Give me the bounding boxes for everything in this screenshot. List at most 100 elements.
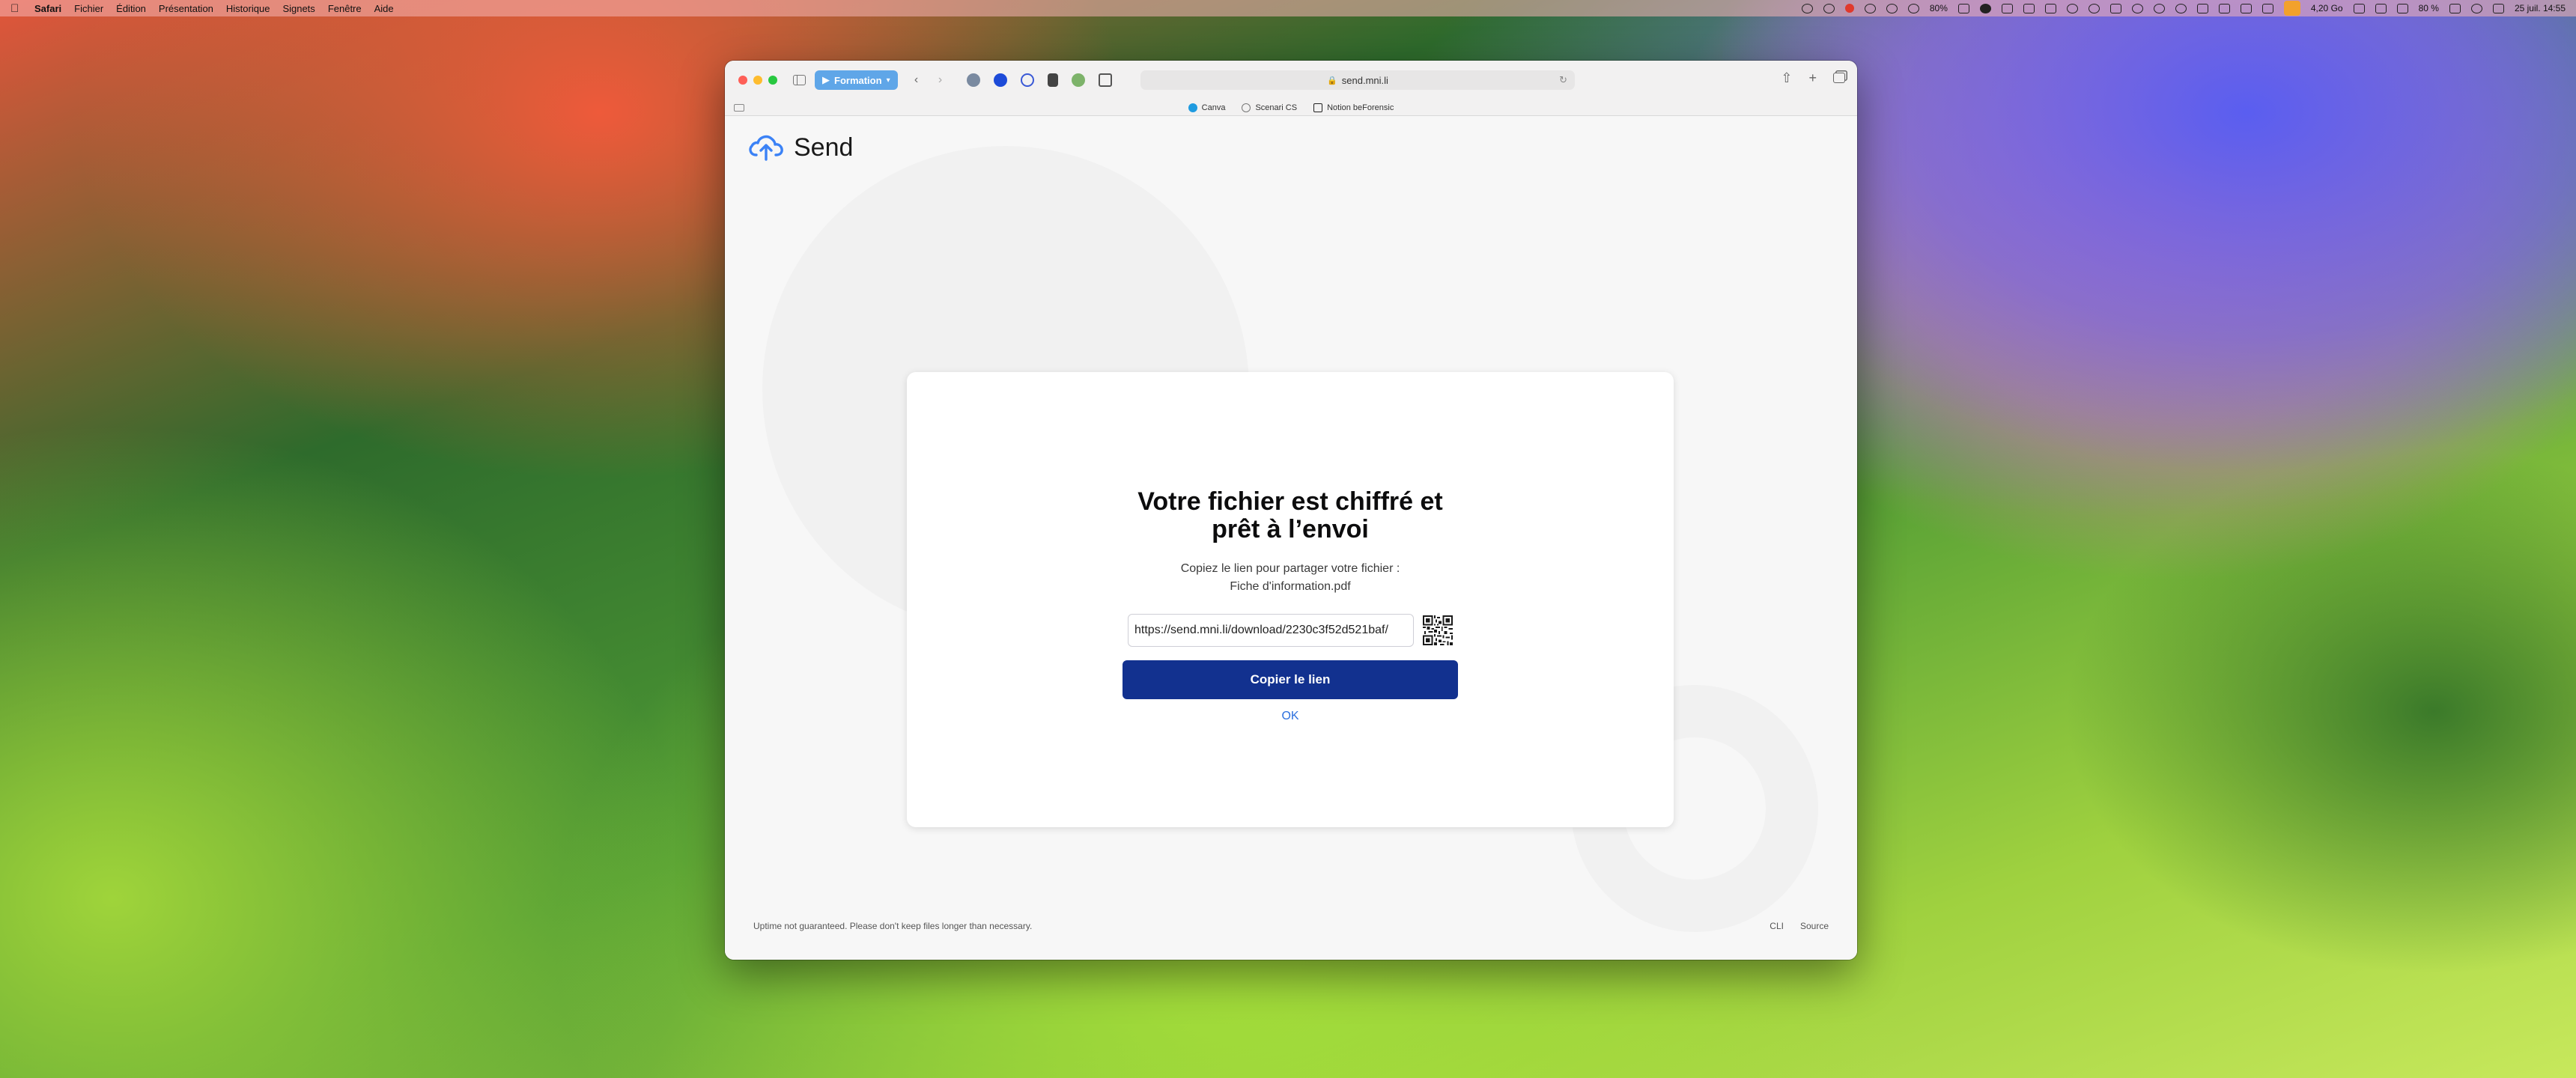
share-icon[interactable]: ⇧ xyxy=(1781,70,1792,86)
back-button[interactable]: ‹ xyxy=(908,73,925,88)
window-controls xyxy=(738,76,777,85)
card-title: Votre fichier est chiffré et prêt à l’en… xyxy=(1137,487,1443,543)
wifi-icon[interactable] xyxy=(2470,3,2482,13)
menu-historique[interactable]: Historique xyxy=(226,3,270,14)
tab-overview-icon[interactable] xyxy=(1833,73,1845,83)
logo-text: Send xyxy=(794,133,854,162)
menu-signets[interactable]: Signets xyxy=(282,3,315,14)
apple-icon[interactable]:  xyxy=(10,2,21,15)
qr-code-icon[interactable] xyxy=(1423,615,1453,645)
status-app-icon[interactable] xyxy=(1979,3,1991,13)
ok-link[interactable]: OK xyxy=(1281,710,1298,723)
toolbar-right-actions: ⇧ + xyxy=(1781,70,1845,86)
menu-status-area: 80% 4,20 Go 80 % 25 juil. 14:55 xyxy=(1801,1,2566,16)
favorite-label: Scenari CS xyxy=(1255,103,1298,112)
close-window-button[interactable] xyxy=(738,76,747,85)
send-logo[interactable]: Send xyxy=(747,133,853,162)
footer-links: CLI Source xyxy=(1770,921,1829,931)
favorite-scenari[interactable]: Scenari CS xyxy=(1242,103,1297,112)
cloud-upload-icon xyxy=(749,135,783,161)
menu-bar:  Safari Fichier Édition Présentation Hi… xyxy=(0,0,2576,16)
file-name: Fiche d'information.pdf xyxy=(1230,580,1351,593)
share-link-input[interactable] xyxy=(1128,614,1414,647)
tab-group-button[interactable]: ▶ Formation ▾ xyxy=(815,70,898,90)
cloud-icon[interactable] xyxy=(2066,3,2078,13)
extension-icon[interactable] xyxy=(1098,73,1112,87)
weather-icon[interactable] xyxy=(2088,3,2100,13)
favorite-notion[interactable]: Notion beForensic xyxy=(1313,103,1394,112)
status-app-icon[interactable] xyxy=(2109,3,2121,13)
canva-icon xyxy=(1188,103,1197,112)
extension-icon[interactable] xyxy=(993,73,1007,87)
status-app-icon[interactable] xyxy=(1864,3,1876,13)
new-tab-icon[interactable]: + xyxy=(1808,70,1817,86)
share-instruction: Copiez le lien pour partager votre fichi… xyxy=(1180,562,1400,575)
favorite-label: Notion beForensic xyxy=(1327,103,1394,112)
status-app-icon[interactable] xyxy=(2396,3,2408,13)
memory-usage[interactable]: 4,20 Go xyxy=(2311,3,2343,13)
extension-icon[interactable] xyxy=(1047,73,1058,87)
status-app-icon[interactable] xyxy=(2044,3,2056,13)
status-app-icon[interactable] xyxy=(2353,3,2365,13)
status-app-icon[interactable] xyxy=(2283,1,2300,16)
status-app-icon[interactable] xyxy=(2240,3,2252,13)
lock-icon: 🔒 xyxy=(1327,76,1337,85)
status-app-icon[interactable] xyxy=(1886,3,1898,13)
tab-group-icon: ▶ xyxy=(822,74,830,85)
address-bar-url: send.mni.li xyxy=(1341,74,1388,86)
status-app-icon[interactable] xyxy=(2261,3,2273,13)
fullscreen-window-button[interactable] xyxy=(768,76,777,85)
favorite-label: Canva xyxy=(1201,103,1226,112)
status-app-icon[interactable] xyxy=(2175,3,2187,13)
share-link-row xyxy=(1128,614,1453,647)
status-app-icon[interactable] xyxy=(1823,3,1835,13)
menu-fichier[interactable]: Fichier xyxy=(74,3,103,14)
chevron-down-icon: ▾ xyxy=(886,76,890,85)
clock[interactable]: 25 juil. 14:55 xyxy=(2515,3,2566,13)
notion-icon xyxy=(1313,103,1323,112)
footer-disclaimer: Uptime not guaranteed. Please don't keep… xyxy=(753,921,1033,931)
extension-icon[interactable] xyxy=(1071,73,1085,87)
record-icon[interactable] xyxy=(1844,4,1854,13)
control-center-icon[interactable] xyxy=(2492,3,2504,13)
tab-group-label: Formation xyxy=(834,74,882,86)
menu-presentation[interactable]: Présentation xyxy=(159,3,213,14)
browser-window: ▶ Formation ▾ ‹ › 🔒 send.mni.li ↻ ⇧ + Ca… xyxy=(725,61,1857,960)
extension-icon[interactable] xyxy=(1020,73,1034,87)
sidebar-icon[interactable] xyxy=(734,104,744,112)
address-bar[interactable]: 🔒 send.mni.li ↻ xyxy=(1140,70,1575,90)
status-app-icon[interactable] xyxy=(2218,3,2230,13)
status-app-icon[interactable] xyxy=(1907,3,1919,13)
menu-edition[interactable]: Édition xyxy=(116,3,146,14)
globe-icon xyxy=(1242,103,1251,112)
menu-fenetre[interactable]: Fenêtre xyxy=(328,3,362,14)
battery-icon[interactable] xyxy=(2449,3,2461,13)
upload-complete-card: Votre fichier est chiffré et prêt à l’en… xyxy=(907,372,1674,827)
status-app-icon[interactable] xyxy=(2196,3,2208,13)
browser-toolbar: ▶ Formation ▾ ‹ › 🔒 send.mni.li ↻ ⇧ + xyxy=(725,61,1857,100)
card-subtitle: Copiez le lien pour partager votre fichi… xyxy=(1181,560,1400,596)
status-app-icon[interactable] xyxy=(1957,3,1969,13)
status-app-icon[interactable] xyxy=(2153,3,2165,13)
status-app-icon[interactable] xyxy=(2001,3,2013,13)
copy-link-button[interactable]: Copier le lien xyxy=(1123,660,1458,699)
sidebar-toggle-button[interactable] xyxy=(791,73,807,88)
extension-icon[interactable] xyxy=(966,73,980,87)
status-app-icon[interactable] xyxy=(2375,3,2387,13)
footer-link-source[interactable]: Source xyxy=(1800,921,1829,931)
minimize-window-button[interactable] xyxy=(753,76,762,85)
forward-button[interactable]: › xyxy=(932,73,949,88)
footer-link-cli[interactable]: CLI xyxy=(1770,921,1784,931)
battery-percent[interactable]: 80 % xyxy=(2419,3,2439,13)
favorite-canva[interactable]: Canva xyxy=(1188,103,1226,112)
sidebar-icon xyxy=(792,75,806,85)
cpu-usage[interactable]: 80% xyxy=(1930,3,1948,13)
web-page: Send Votre fichier est chiffré et prêt à… xyxy=(725,116,1857,960)
favorites-bar: Canva Scenari CS Notion beForensic xyxy=(725,100,1857,116)
status-app-icon[interactable] xyxy=(2131,3,2143,13)
reload-icon[interactable]: ↻ xyxy=(1559,74,1567,86)
status-app-icon[interactable] xyxy=(2023,3,2035,13)
search-icon[interactable] xyxy=(1801,3,1813,13)
menu-aide[interactable]: Aide xyxy=(374,3,394,14)
menu-app-name[interactable]: Safari xyxy=(34,3,61,14)
